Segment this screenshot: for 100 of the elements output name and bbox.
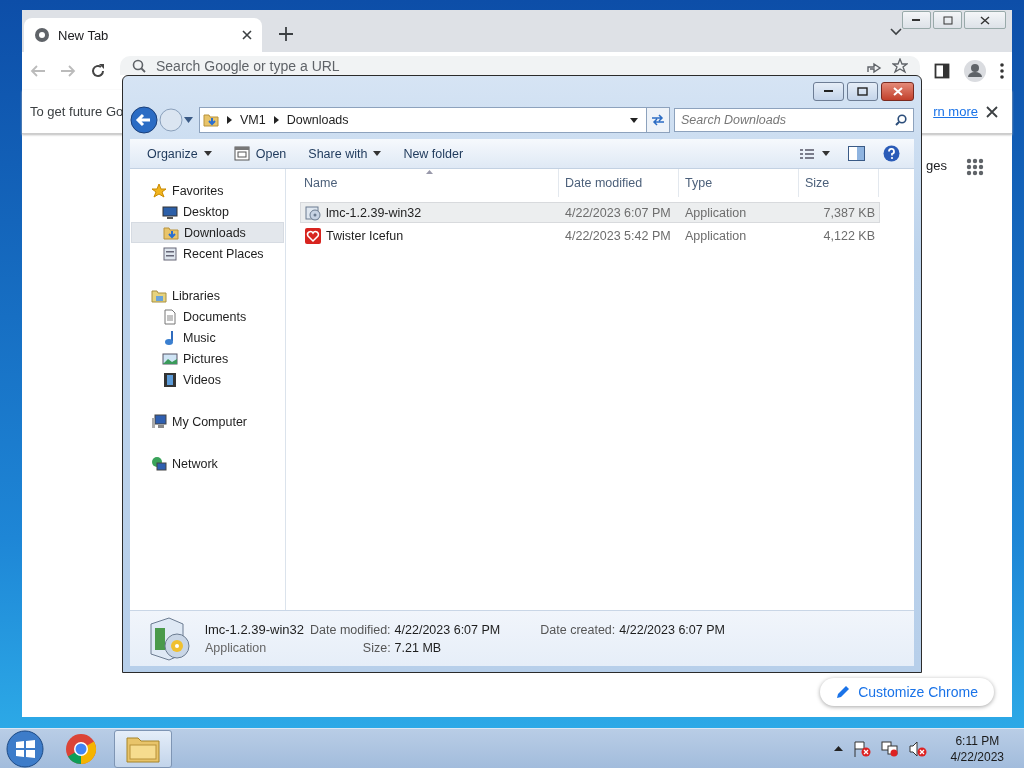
show-hidden-icons-icon[interactable] xyxy=(833,746,843,751)
nav-item[interactable]: Music xyxy=(131,327,284,348)
column-header[interactable]: Size xyxy=(799,169,879,197)
toolbar-button[interactable]: Organize xyxy=(138,142,221,165)
library-icon xyxy=(151,287,167,304)
new-tab-icon[interactable] xyxy=(276,24,296,44)
pencil-icon xyxy=(836,685,851,699)
sort-arrow-icon xyxy=(426,170,433,174)
file-row[interactable]: Twister Icefun 4/22/2023 5:42 PM Application 4,122 KB xyxy=(300,225,880,246)
breadcrumb[interactable]: Downloads xyxy=(286,113,349,127)
installer-icon xyxy=(305,204,321,221)
nav-item[interactable]: Favorites xyxy=(131,180,284,201)
detail-label: Date created: xyxy=(539,622,616,637)
network-icon[interactable] xyxy=(880,740,899,757)
clock-time[interactable]: 6:11 PM xyxy=(955,732,1000,749)
speaker-muted-icon[interactable] xyxy=(908,740,927,757)
reload-icon[interactable] xyxy=(90,63,106,79)
close-icon[interactable] xyxy=(242,30,252,40)
close-button[interactable] xyxy=(964,11,1006,29)
type-cell-text: Application xyxy=(684,228,748,243)
nav-item[interactable]: Videos xyxy=(131,369,284,390)
tab-search-icon[interactable] xyxy=(890,28,902,36)
search-icon xyxy=(895,114,907,126)
nav-item[interactable]: Libraries xyxy=(131,285,284,306)
chevron-icon xyxy=(273,116,279,124)
minimize-button[interactable] xyxy=(813,81,844,101)
size-cell-text: 7,387 KB xyxy=(822,205,876,220)
minimize-icon xyxy=(911,18,922,22)
start-button[interactable] xyxy=(6,729,44,768)
size-cell-text: 4,122 KB xyxy=(822,228,876,243)
search-field[interactable]: Search Downloads xyxy=(674,108,914,132)
document-icon xyxy=(162,308,178,325)
computer-icon xyxy=(151,413,167,430)
type-cell-text: Application xyxy=(684,205,748,220)
nav-item[interactable]: Downloads xyxy=(131,222,284,243)
back-button[interactable] xyxy=(130,106,158,134)
minimize-icon xyxy=(823,89,834,93)
installer-icon xyxy=(147,615,193,662)
date-cell-text: 4/22/2023 6:07 PM xyxy=(564,205,672,220)
nav-item[interactable]: Documents xyxy=(131,306,284,327)
view-options-icon[interactable] xyxy=(800,148,830,159)
side-panel-icon[interactable] xyxy=(934,63,950,79)
menu-icon[interactable] xyxy=(1000,63,1004,79)
window-icon xyxy=(233,146,250,161)
apps-icon[interactable] xyxy=(966,158,984,176)
address-bar[interactable]: VM1 Downloads xyxy=(199,107,670,133)
flag-icon[interactable] xyxy=(852,740,871,757)
browser-tab[interactable]: New Tab xyxy=(24,18,262,52)
chrome-icon xyxy=(65,732,97,765)
close-icon[interactable] xyxy=(986,105,998,118)
detail-file-name: lmc-1.2.39-win32 xyxy=(205,622,304,637)
learn-more-link[interactable]: rn more xyxy=(933,104,978,119)
history-dropdown-icon[interactable] xyxy=(184,117,193,123)
column-header[interactable]: Date modified xyxy=(559,169,679,197)
column-header[interactable]: Type xyxy=(679,169,799,197)
profile-icon[interactable] xyxy=(964,60,986,82)
nav-item[interactable]: My Computer xyxy=(131,411,284,432)
caret-icon xyxy=(203,151,212,156)
dropdown-icon[interactable] xyxy=(630,117,638,123)
square-icon xyxy=(857,86,868,96)
toolbar-button[interactable]: Share with xyxy=(299,142,391,165)
nav-item[interactable]: Desktop xyxy=(131,201,284,222)
file-row[interactable]: lmc-1.2.39-win32 4/22/2023 6:07 PM Application 7,387 KB xyxy=(300,202,880,223)
customize-chrome-button[interactable]: Customize Chrome xyxy=(820,678,994,706)
breadcrumb[interactable]: VM1 xyxy=(240,113,266,127)
toolbar-button[interactable]: Open xyxy=(224,142,296,165)
detail-value: 4/22/2023 6:07 PM xyxy=(394,622,501,637)
chrome-icon xyxy=(34,27,50,43)
file-name: Twister Icefun xyxy=(301,227,559,244)
address-field[interactable]: Search Google or type a URL xyxy=(120,56,920,75)
detail-value: 4/22/2023 6:07 PM xyxy=(619,622,725,637)
pictures-icon xyxy=(162,350,178,367)
close-button[interactable] xyxy=(881,81,914,101)
preview-pane-icon[interactable] xyxy=(848,146,865,161)
clock-date[interactable]: 4/22/2023 xyxy=(950,748,1004,765)
square-icon xyxy=(942,15,953,25)
date-cell-text: 4/22/2023 5:42 PM xyxy=(564,228,672,243)
nav-item[interactable]: Pictures xyxy=(131,348,284,369)
star-icon xyxy=(151,182,167,199)
toolbar-button[interactable]: New folder xyxy=(394,142,473,165)
link-text[interactable]: ges xyxy=(926,158,947,173)
caret-icon xyxy=(373,151,382,156)
search-icon xyxy=(132,58,146,73)
nav-item[interactable]: Recent Places xyxy=(131,243,284,264)
star-icon[interactable] xyxy=(892,57,908,74)
network-icon xyxy=(151,455,167,472)
recent-icon xyxy=(162,245,178,262)
minimize-button[interactable] xyxy=(902,11,931,29)
detail-file-type: Application xyxy=(205,641,268,655)
file-name: lmc-1.2.39-win32 xyxy=(301,204,559,221)
refresh-button[interactable] xyxy=(646,108,669,132)
download-icon xyxy=(163,224,179,241)
videos-icon xyxy=(162,371,178,388)
download-icon xyxy=(203,112,219,128)
detail-label: Size: xyxy=(361,641,391,655)
nav-item[interactable]: Network xyxy=(131,453,284,474)
help-icon[interactable] xyxy=(883,145,900,162)
maximize-button[interactable] xyxy=(847,81,878,101)
taskbar-button[interactable] xyxy=(114,729,172,768)
detail-value: 7.21 MB xyxy=(394,641,443,655)
